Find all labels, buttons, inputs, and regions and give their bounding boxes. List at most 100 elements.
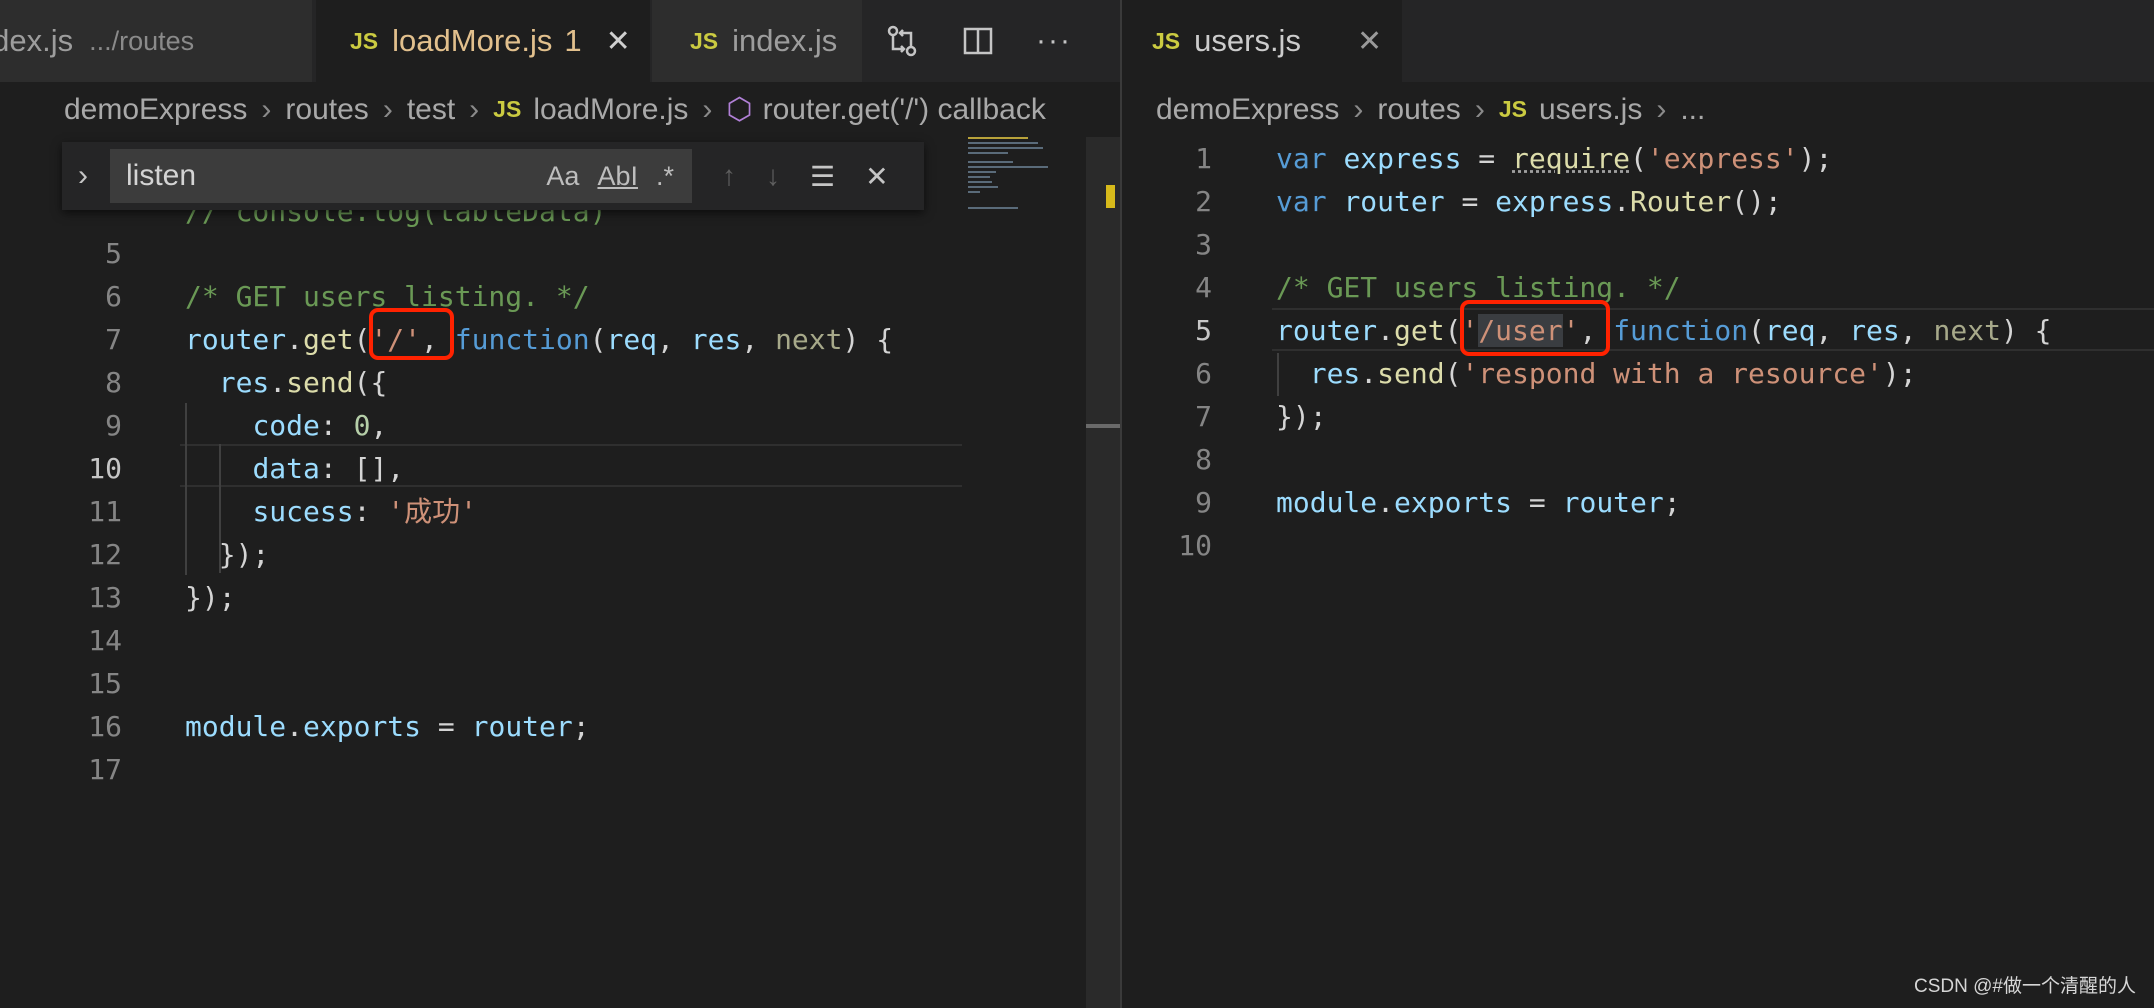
js-file-icon: JS [1498, 96, 1527, 122]
code-line: 8 res.send({ [0, 361, 962, 404]
line-number: 10 [88, 452, 122, 485]
left-editor-group: index.js .../routes JS loadMore.js 1 ✕ J… [0, 0, 1120, 1008]
code-line: 15 [0, 662, 962, 705]
chevron-right-icon: › [261, 92, 272, 126]
line-number: 13 [88, 581, 122, 614]
code-text: var express = require('express'); [1276, 142, 1833, 175]
tab-users-js[interactable]: JS users.js ✕ [1122, 0, 1402, 82]
breadcrumb-item[interactable]: users.js [1539, 93, 1642, 127]
line-number: 16 [88, 710, 122, 743]
code-line: 2 var router = express.Router(); [1122, 180, 2154, 223]
code-line: 11 sucess: '成功' [0, 490, 962, 533]
breadcrumb-item[interactable]: routes [1377, 93, 1460, 127]
tab-label: loadMore.js [392, 23, 553, 58]
line-number: 9 [1195, 486, 1212, 519]
minimap-line [968, 171, 996, 173]
regex-icon[interactable]: .* [656, 161, 674, 192]
vertical-scrollbar[interactable] [1086, 137, 1120, 1008]
breadcrumb-item[interactable]: routes [285, 93, 368, 127]
chevron-right-icon: › [382, 92, 393, 126]
code-line: 12 }); [0, 533, 962, 576]
code-text: router.get('/user', function(req, res, n… [1276, 314, 2052, 347]
breadcrumb: demoExpress › routes › test › JS loadMor… [0, 82, 1120, 137]
line-number: 15 [88, 667, 122, 700]
breadcrumb: demoExpress › routes › JS users.js › ... [1122, 82, 2154, 137]
line-number: 10 [1178, 529, 1212, 562]
previous-match-icon[interactable]: ↑ [722, 160, 736, 192]
code-text: module.exports = router; [185, 710, 590, 743]
left-tab-bar: index.js .../routes JS loadMore.js 1 ✕ J… [0, 0, 1120, 82]
code-line: 7}); [1122, 395, 2154, 438]
find-widget: › listen Aa AbI .* ↑ ↓ ☰ ✕ [62, 142, 924, 210]
line-number: 17 [88, 753, 122, 786]
close-icon[interactable]: ✕ [865, 160, 888, 193]
code-line: 6 res.send('respond with a resource'); [1122, 352, 2154, 395]
left-code-editor[interactable]: // console.log(tableData) 5 6/* GET user… [0, 137, 962, 1008]
line-number: 14 [88, 624, 122, 657]
code-text: var router = express.Router(); [1276, 185, 1782, 218]
close-icon[interactable]: ✕ [606, 24, 631, 59]
code-line: 14 [0, 619, 962, 662]
minimap-line [968, 142, 1038, 144]
next-match-icon[interactable]: ↓ [766, 160, 780, 192]
code-line: 13}); [0, 576, 962, 619]
find-input-box[interactable]: listen Aa AbI .* [110, 149, 692, 203]
breadcrumb-item[interactable]: demoExpress [64, 93, 247, 127]
watermark: CSDN @#做一个清醒的人 [1914, 976, 2136, 997]
code-line: 8 [1122, 438, 2154, 481]
minimap-line [968, 176, 990, 178]
code-text: }); [185, 581, 236, 614]
code-line: 16 module.exports = router; [0, 705, 962, 748]
js-file-icon: JS [690, 27, 719, 54]
line-number: 8 [1195, 443, 1212, 476]
tab-label: users.js [1194, 23, 1301, 58]
line-number: 4 [1195, 271, 1212, 304]
tab-index-js[interactable]: JS index.js [652, 0, 862, 82]
whole-word-icon[interactable]: AbI [597, 161, 638, 192]
breadcrumb-item[interactable]: test [407, 93, 455, 127]
right-editor-group: JS users.js ✕ demoExpress › routes › JS … [1122, 0, 2154, 1008]
match-case-icon[interactable]: Aa [546, 161, 579, 192]
code-text: res.send({ [218, 366, 388, 399]
toggle-replace-icon[interactable]: › [78, 159, 88, 193]
route-highlight-box [369, 308, 454, 360]
js-file-icon: JS [493, 96, 522, 122]
code-line: 10 [1122, 524, 2154, 567]
split-editor-icon[interactable] [962, 25, 994, 57]
line-number: 1 [1195, 142, 1212, 175]
find-input[interactable]: listen [126, 159, 546, 193]
find-in-selection-icon[interactable]: ☰ [810, 160, 835, 193]
code-line: 7 router.get('/', function(req, res, next… [0, 318, 962, 361]
js-file-icon: JS [350, 27, 379, 54]
breadcrumb-item[interactable]: loadMore.js [533, 93, 688, 127]
line-number: 7 [1195, 400, 1212, 433]
tab-loadmore-js[interactable]: JS loadMore.js 1 ✕ [316, 0, 650, 82]
problems-count: 1 [564, 23, 582, 58]
minimap[interactable] [962, 137, 1086, 1008]
compare-changes-icon[interactable] [884, 23, 920, 59]
minimap-line [968, 181, 992, 183]
line-number: 2 [1195, 185, 1212, 218]
line-number: 6 [1195, 357, 1212, 390]
chevron-right-icon: › [469, 92, 480, 126]
code-text: router.get('/', function(req, res, next)… [185, 323, 894, 356]
line-number: 5 [105, 237, 122, 270]
line-number: 3 [1195, 228, 1212, 261]
more-actions-icon[interactable]: ··· [1036, 24, 1072, 58]
breadcrumb-item[interactable]: router.get('/') callback [763, 93, 1046, 127]
code-line: 5 [0, 232, 962, 275]
minimap-line [968, 152, 1008, 154]
tab-label: index.js [732, 23, 838, 58]
right-code-editor[interactable]: 1 var express = require('express'); 2 var … [1122, 137, 2154, 1008]
code-line: 9 code: 0, [0, 404, 962, 447]
code-line: 1 var express = require('express'); [1122, 137, 2154, 180]
code-line: 10 data: [], [0, 447, 962, 490]
tab-index-js-routes[interactable]: index.js .../routes [0, 0, 312, 82]
close-icon[interactable]: ✕ [1357, 24, 1382, 59]
scroll-thumb[interactable] [1086, 424, 1120, 428]
breadcrumb-item[interactable]: demoExpress [1156, 93, 1339, 127]
code-text: sucess: '成功' [252, 495, 478, 528]
minimap-line [968, 161, 1013, 163]
code-line: 9 module.exports = router; [1122, 481, 2154, 524]
breadcrumb-item[interactable]: ... [1680, 93, 1705, 127]
